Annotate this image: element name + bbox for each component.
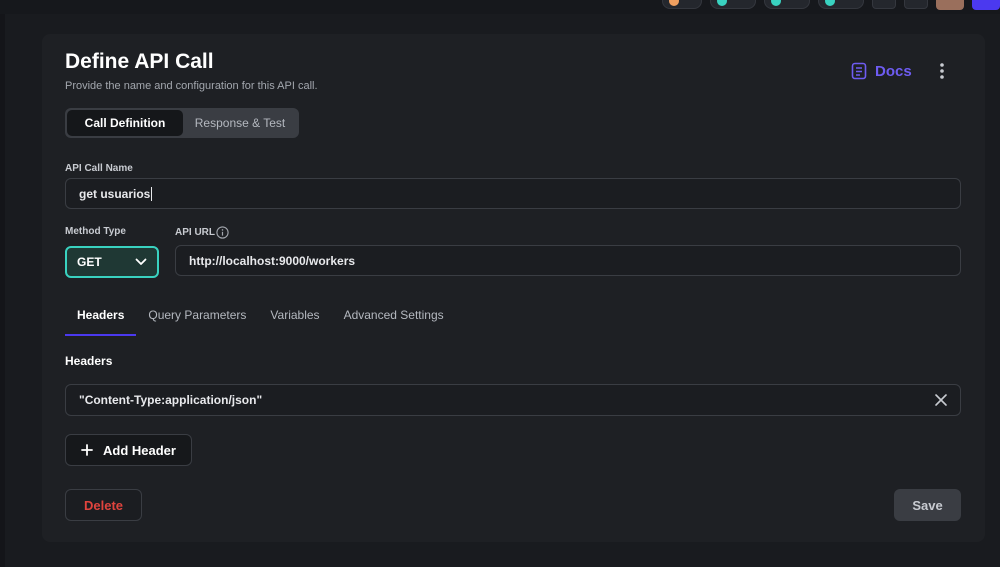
toolbar-pill-teal-3[interactable] (818, 0, 864, 9)
document-icon (851, 62, 867, 80)
chevron-down-icon (135, 258, 147, 265)
method-type-label: Method Type (65, 226, 126, 237)
api-url-value: http://localhost:9000/workers (189, 253, 356, 268)
tab-variables[interactable]: Variables (258, 304, 331, 336)
tab-query-parameters[interactable]: Query Parameters (136, 304, 258, 336)
tab-headers[interactable]: Headers (65, 304, 137, 336)
toolbar-pill-teal-1[interactable] (710, 0, 756, 9)
mode-switcher: Call Definition Response & Test (65, 108, 299, 138)
tab-advanced-settings[interactable]: Advanced Settings (332, 304, 456, 336)
more-vertical-icon[interactable] (935, 60, 949, 82)
method-type-select[interactable]: GET (65, 246, 159, 278)
api-call-name-input[interactable]: get usuarios (65, 178, 961, 209)
method-value: GET (77, 255, 102, 269)
avatar[interactable] (936, 0, 964, 10)
left-rail (0, 14, 5, 567)
header-entry-input[interactable]: "Content-Type:application/json" (65, 384, 961, 416)
delete-button[interactable]: Delete (65, 489, 142, 521)
toolbar-button-1[interactable] (872, 0, 896, 9)
docs-button[interactable]: Docs (851, 62, 912, 80)
text-caret (151, 186, 153, 201)
toolbar-primary-button[interactable] (972, 0, 1000, 10)
info-icon[interactable] (216, 226, 229, 239)
tab-response-test[interactable]: Response & Test (183, 110, 297, 136)
plus-icon (81, 444, 93, 456)
toolbar-button-2[interactable] (904, 0, 928, 9)
toolbar-pill-teal-2[interactable] (764, 0, 810, 9)
top-toolbar-items (662, 0, 1000, 10)
close-icon[interactable] (934, 393, 948, 407)
toolbar-pill-orange[interactable] (662, 0, 702, 9)
api-url-label: API URL (175, 227, 215, 238)
headers-section-title: Headers (65, 354, 113, 368)
add-header-label: Add Header (103, 442, 176, 458)
top-toolbar (0, 0, 1000, 14)
api-call-name-value: get usuarios (79, 186, 151, 201)
tab-call-definition[interactable]: Call Definition (67, 110, 183, 136)
define-api-call-panel: Define API Call Provide the name and con… (42, 34, 985, 542)
header-entry-value: "Content-Type:application/json" (79, 393, 263, 407)
add-header-button[interactable]: Add Header (65, 434, 192, 466)
page-title: Define API Call (65, 50, 214, 73)
config-tabs: Headers Query Parameters Variables Advan… (65, 304, 456, 336)
api-url-input[interactable]: http://localhost:9000/workers (175, 245, 961, 276)
save-button[interactable]: Save (894, 489, 961, 521)
docs-label: Docs (875, 62, 912, 80)
api-call-name-label: API Call Name (65, 163, 133, 174)
page-subtitle: Provide the name and configuration for t… (65, 80, 318, 92)
